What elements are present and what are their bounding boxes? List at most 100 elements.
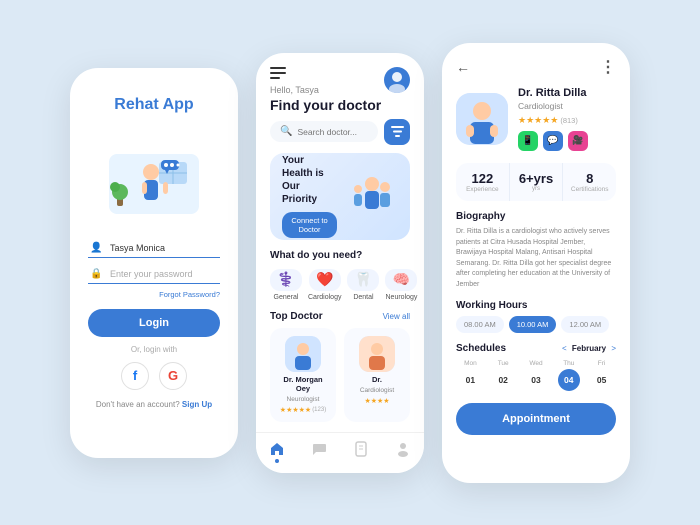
find-doctor-screen: Hello, Tasya Find your doctor 🔍 You [256, 53, 424, 473]
biography-text: Dr. Ritta Dilla is a cardiologist who ac… [442, 227, 630, 300]
day-tue[interactable]: Tue 02 [489, 360, 518, 391]
current-month: February [572, 344, 606, 353]
back-button[interactable]: ← [456, 59, 470, 75]
time-1000[interactable]: 10.00 AM [509, 316, 557, 333]
doctor-profile-screen: ← ⋮ Dr. Ritta Dilla Cardiologist ★★★★★ (… [442, 43, 630, 483]
category-dental-label: Dental [353, 294, 373, 301]
login-illustration [99, 124, 209, 224]
contact-icons-row: 📱 💬 🎥 [518, 131, 588, 151]
stats-row: 122 Experience 6+yrs yrs 8 Certification… [456, 163, 616, 202]
schedules-header: Schedules < February > [442, 343, 630, 360]
nav-home[interactable] [269, 441, 285, 463]
nav-documents[interactable] [353, 441, 369, 463]
day-num-thu: 04 [558, 369, 580, 391]
category-cardiology[interactable]: ❤️ Cardiology [308, 269, 341, 301]
view-all-link[interactable]: View all [383, 312, 410, 321]
appointment-button[interactable]: Appointment [456, 403, 616, 435]
stat-experience-num: 122 [460, 171, 505, 186]
category-neurology[interactable]: 🧠 Neurology [385, 269, 417, 301]
banner-illustration [345, 169, 400, 224]
day-name-thu: Thu [563, 360, 574, 367]
video-icon[interactable]: 🎥 [568, 131, 588, 151]
what-need-label: What do you need? [256, 250, 424, 269]
month-nav[interactable]: < February > [562, 344, 616, 353]
day-num-fri: 05 [591, 369, 613, 391]
connect-doctor-button[interactable]: Connect to Doctor [282, 212, 337, 238]
stat-years: 6+yrs yrs [510, 163, 564, 202]
cardiology-icon: ❤️ [309, 269, 341, 291]
nav-chat[interactable] [311, 441, 327, 463]
menu-icon[interactable] [270, 67, 381, 79]
app-title: Rehat App [114, 96, 193, 114]
day-wed[interactable]: Wed 03 [522, 360, 551, 391]
stat-certifications: 8 Certifications [563, 163, 616, 202]
top-doctor-header: Top Doctor View all [256, 311, 424, 328]
day-name-wed: Wed [529, 360, 542, 367]
doctor-avatar-1 [359, 336, 395, 372]
doctor-rating-1: ★★★★ [364, 397, 389, 405]
whatsapp-icon[interactable]: 📱 [518, 131, 538, 151]
google-login-button[interactable]: G [159, 362, 187, 390]
message-icon[interactable]: 💬 [543, 131, 563, 151]
category-row: ⚕️ General ❤️ Cardiology 🦷 Dental 🧠 Neur… [256, 269, 424, 311]
banner-title: Your Health is Our Priority [282, 154, 337, 206]
doctor-avatar-0 [285, 336, 321, 372]
time-0800[interactable]: 08.00 AM [456, 316, 504, 333]
schedules-title: Schedules [456, 343, 506, 354]
day-mon[interactable]: Mon 01 [456, 360, 485, 391]
stat-years-num: 6+yrs [514, 171, 559, 186]
day-fri[interactable]: Fri 05 [587, 360, 616, 391]
banner-content: Your Health is Our Priority Connect to D… [282, 154, 337, 238]
bottom-navbar [256, 432, 424, 473]
facebook-login-button[interactable]: f [121, 362, 149, 390]
day-num-tue: 02 [492, 369, 514, 391]
day-thu[interactable]: Thu 04 [554, 360, 583, 391]
find-doctor-header: Hello, Tasya Find your doctor [256, 53, 424, 119]
doctor-spec-1: Cardiologist [360, 387, 394, 394]
social-login-row: f G [121, 362, 187, 390]
category-neurology-label: Neurology [386, 294, 418, 301]
login-button[interactable]: Login [88, 309, 220, 337]
promo-banner: Your Health is Our Priority Connect to D… [270, 153, 410, 240]
password-input[interactable] [88, 264, 220, 284]
doctor-info-section: Dr. Ritta Dilla Cardiologist ★★★★★ (813)… [518, 87, 588, 151]
user-avatar[interactable] [384, 67, 410, 93]
day-name-fri: Fri [598, 360, 606, 367]
or-divider: Or, login with [131, 345, 177, 354]
day-name-tue: Tue [498, 360, 509, 367]
doctor-profile-name: Dr. Ritta Dilla [518, 87, 588, 99]
category-general-label: General [274, 294, 299, 301]
greeting-text: Hello, Tasya [270, 85, 381, 95]
dental-icon: 🦷 [347, 269, 379, 291]
filter-button[interactable] [384, 119, 410, 145]
next-month[interactable]: > [611, 344, 616, 353]
day-name-mon: Mon [464, 360, 477, 367]
search-input[interactable] [297, 127, 368, 137]
doctor-card-1[interactable]: Dr. Cardiologist ★★★★ [344, 328, 410, 422]
stat-cert-label: Certifications [567, 186, 612, 194]
category-dental[interactable]: 🦷 Dental [347, 269, 379, 301]
category-general[interactable]: ⚕️ General [270, 269, 302, 301]
prev-month[interactable]: < [562, 344, 567, 353]
stat-years-label: yrs [514, 186, 559, 193]
page-title: Find your doctor [270, 97, 381, 113]
time-1200[interactable]: 12.00 AM [561, 316, 609, 333]
profile-header: ← ⋮ [442, 43, 630, 87]
doctor-profile-rating: ★★★★★ (813) [518, 115, 588, 126]
category-cardiology-label: Cardiology [308, 294, 341, 301]
signup-link[interactable]: Sign Up [182, 400, 212, 409]
search-icon: 🔍 [280, 126, 292, 137]
biography-title: Biography [442, 211, 630, 227]
nav-profile[interactable] [395, 441, 411, 463]
days-row: Mon 01 Tue 02 Wed 03 Thu 04 Fri 05 [442, 360, 630, 403]
working-hours-title: Working Hours [442, 300, 630, 316]
search-box[interactable]: 🔍 [270, 121, 378, 142]
forgot-password-link[interactable]: Forgot Password? [88, 290, 220, 299]
doctor-card-0[interactable]: Dr. Morgan Oey Neurologist ★★★★★ (123) [270, 328, 336, 422]
username-row: 👤 [88, 238, 220, 258]
login-screen: Rehat App 👤 [70, 68, 238, 458]
username-input[interactable] [88, 238, 220, 258]
doctor-rating-0: ★★★★★ (123) [280, 406, 326, 414]
more-options-button[interactable]: ⋮ [600, 57, 616, 77]
general-icon: ⚕️ [270, 269, 302, 291]
